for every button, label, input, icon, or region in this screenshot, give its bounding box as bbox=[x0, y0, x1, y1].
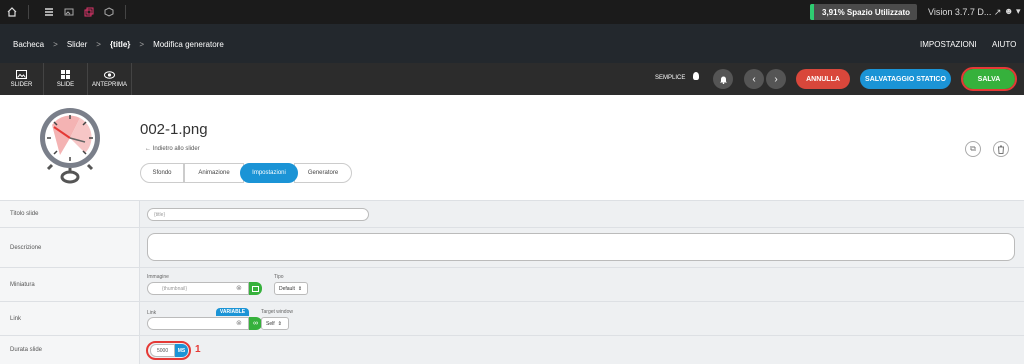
row-durata: Durata slide 5000 MS 1 bbox=[0, 335, 1024, 364]
link-icon: ∞ bbox=[253, 320, 258, 327]
breadcrumb-separator: > bbox=[53, 40, 58, 49]
version-text: Vision 3.7.7 D... bbox=[928, 7, 992, 17]
slide-settings-panel: Titolo slide {title} Descrizione Miniatu… bbox=[0, 200, 1024, 364]
description-textarea[interactable] bbox=[147, 233, 1015, 261]
breadcrumb-separator: > bbox=[96, 40, 101, 49]
impostazioni-link[interactable]: IMPOSTAZIONI bbox=[920, 40, 977, 49]
immagine-label: Immagine bbox=[147, 274, 169, 280]
thumbnail-input[interactable]: {thumbnail} bbox=[147, 282, 249, 295]
thumbnail-type-select[interactable]: Default ⇕ bbox=[274, 282, 308, 295]
version-link[interactable]: Vision 3.7.7 D... ↗ bbox=[928, 7, 1001, 18]
tool-label: ANTEPRIMA bbox=[91, 81, 127, 88]
titolo-label: Titolo slide bbox=[0, 201, 140, 227]
simple-mode-label: SEMPLICE bbox=[655, 75, 686, 81]
list-icon[interactable] bbox=[41, 4, 57, 20]
arrow-left-icon: ← bbox=[145, 146, 151, 152]
delete-button[interactable] bbox=[993, 141, 1009, 157]
slide-thumbnail-image bbox=[40, 108, 100, 184]
target-window-label: Target window bbox=[261, 309, 293, 315]
admin-bar: 3,91% Spazio Utilizzato Vision 3.7.7 D..… bbox=[0, 0, 1024, 24]
user-icon: ☻ bbox=[1004, 6, 1014, 16]
layers-icon[interactable] bbox=[81, 4, 97, 20]
link-input[interactable] bbox=[147, 317, 249, 330]
tool-label: SLIDE bbox=[56, 82, 75, 88]
image-icon[interactable] bbox=[61, 4, 77, 20]
clear-icon[interactable]: ⊗ bbox=[236, 319, 242, 327]
breadcrumb-item-bacheca[interactable]: Bacheca bbox=[13, 40, 44, 49]
breadcrumb: Bacheca > Slider > {title} > Modifica ge… bbox=[13, 40, 224, 49]
breadcrumb-item-slider[interactable]: Slider bbox=[67, 40, 87, 49]
usage-fill bbox=[810, 4, 814, 20]
link-field-label: Link bbox=[147, 310, 157, 316]
slide-tool-button[interactable]: SLIDE bbox=[44, 63, 88, 95]
editor-toolbar: SLIDER SLIDE ANTEPRIMA SEMPLICE ‹ › ANNU… bbox=[0, 63, 1024, 95]
caret-down-icon: ▾ bbox=[1016, 6, 1021, 16]
aiuto-link[interactable]: AIUTO bbox=[992, 40, 1016, 49]
chevron-right-icon: › bbox=[774, 73, 778, 85]
miniatura-label: Miniatura bbox=[0, 268, 140, 301]
static-save-button[interactable]: SALVATAGGIO STATICO bbox=[860, 69, 951, 89]
storage-usage-indicator: 3,91% Spazio Utilizzato bbox=[810, 4, 917, 20]
target-window-select[interactable]: Self ⇕ bbox=[261, 317, 289, 330]
home-icon[interactable] bbox=[4, 4, 20, 20]
external-link-icon: ↗ bbox=[993, 7, 1002, 17]
user-menu[interactable]: ☻ ▾ bbox=[1004, 6, 1021, 17]
variable-badge[interactable]: VARIABLE bbox=[216, 308, 249, 316]
divider bbox=[125, 5, 126, 19]
usage-text: 3,91% Spazio Utilizzato bbox=[822, 7, 911, 17]
image-icon bbox=[16, 70, 27, 79]
slide-title: 002-1.png bbox=[140, 121, 208, 138]
descrizione-label: Descrizione bbox=[0, 228, 140, 267]
slider-tool-button[interactable]: SLIDER bbox=[0, 63, 44, 95]
copy-icon: ⧉ bbox=[970, 144, 976, 153]
trash-icon bbox=[998, 145, 1004, 154]
title-input[interactable]: {title} bbox=[147, 208, 369, 221]
back-to-slider-link[interactable]: ← Indietro allo slider bbox=[145, 146, 200, 152]
select-value: Default bbox=[279, 285, 295, 292]
next-slide-button[interactable]: › bbox=[766, 69, 786, 89]
cancel-button[interactable]: ANNULLA bbox=[796, 69, 850, 89]
cube-icon[interactable] bbox=[101, 4, 117, 20]
choose-image-button[interactable] bbox=[249, 282, 262, 295]
divider bbox=[28, 5, 29, 19]
tool-label: SLIDER bbox=[10, 82, 33, 88]
annotation-number: 1 bbox=[195, 344, 201, 355]
link-label: Link bbox=[0, 302, 140, 335]
slide-tabs: Sfondo Animazione Impostazioni Generator… bbox=[140, 163, 352, 183]
notifications-button[interactable] bbox=[713, 69, 733, 89]
row-miniatura: Miniatura Immagine {thumbnail} ⊗ Tipo De… bbox=[0, 267, 1024, 301]
tab-impostazioni[interactable]: Impostazioni bbox=[240, 163, 298, 183]
breadcrumb-item-title[interactable]: {title} bbox=[110, 40, 130, 49]
save-highlight-ring bbox=[961, 67, 1017, 91]
chevron-left-icon: ‹ bbox=[752, 73, 756, 85]
previous-slide-button[interactable]: ‹ bbox=[744, 69, 764, 89]
lightbulb-toggle-icon[interactable] bbox=[693, 72, 699, 80]
image-icon bbox=[252, 285, 259, 292]
select-arrows-icon: ⇕ bbox=[277, 320, 282, 327]
bell-icon bbox=[719, 76, 727, 84]
row-descrizione: Descrizione bbox=[0, 227, 1024, 267]
durata-label: Durata slide bbox=[0, 336, 140, 364]
breadcrumb-separator: > bbox=[139, 40, 145, 49]
breadcrumb-item-current: Modifica generatore bbox=[153, 40, 224, 49]
row-link: Link Link VARIABLE ⊗ ∞ Target window Sel… bbox=[0, 301, 1024, 335]
tipo-label: Tipo bbox=[274, 274, 284, 280]
back-link-label: Indietro allo slider bbox=[152, 146, 200, 152]
tab-animazione[interactable]: Animazione bbox=[184, 163, 244, 183]
clear-icon[interactable]: ⊗ bbox=[236, 284, 242, 292]
select-arrows-icon: ⇕ bbox=[297, 285, 303, 292]
breadcrumb-bar: Bacheca > Slider > {title} > Modifica ge… bbox=[0, 24, 1024, 63]
duplicate-button[interactable]: ⧉ bbox=[965, 141, 981, 157]
row-titolo: Titolo slide {title} bbox=[0, 200, 1024, 227]
grid-icon bbox=[60, 70, 70, 79]
tab-generatore[interactable]: Generatore bbox=[294, 163, 352, 183]
eye-icon bbox=[104, 70, 115, 79]
select-value: Self bbox=[266, 320, 275, 327]
tab-sfondo[interactable]: Sfondo bbox=[140, 163, 184, 183]
preview-tool-button[interactable]: ANTEPRIMA bbox=[88, 63, 132, 95]
duration-highlight-ring bbox=[146, 341, 191, 360]
